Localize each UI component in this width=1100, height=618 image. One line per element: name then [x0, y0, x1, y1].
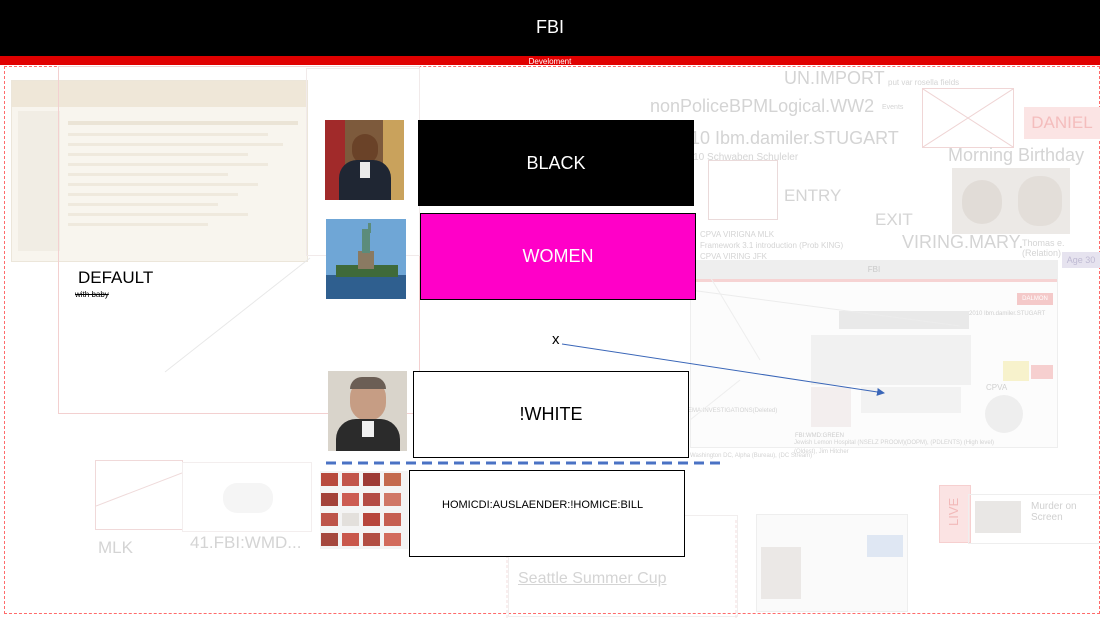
arrow-icon: [561, 343, 885, 396]
connector-arrow: [326, 343, 885, 465]
